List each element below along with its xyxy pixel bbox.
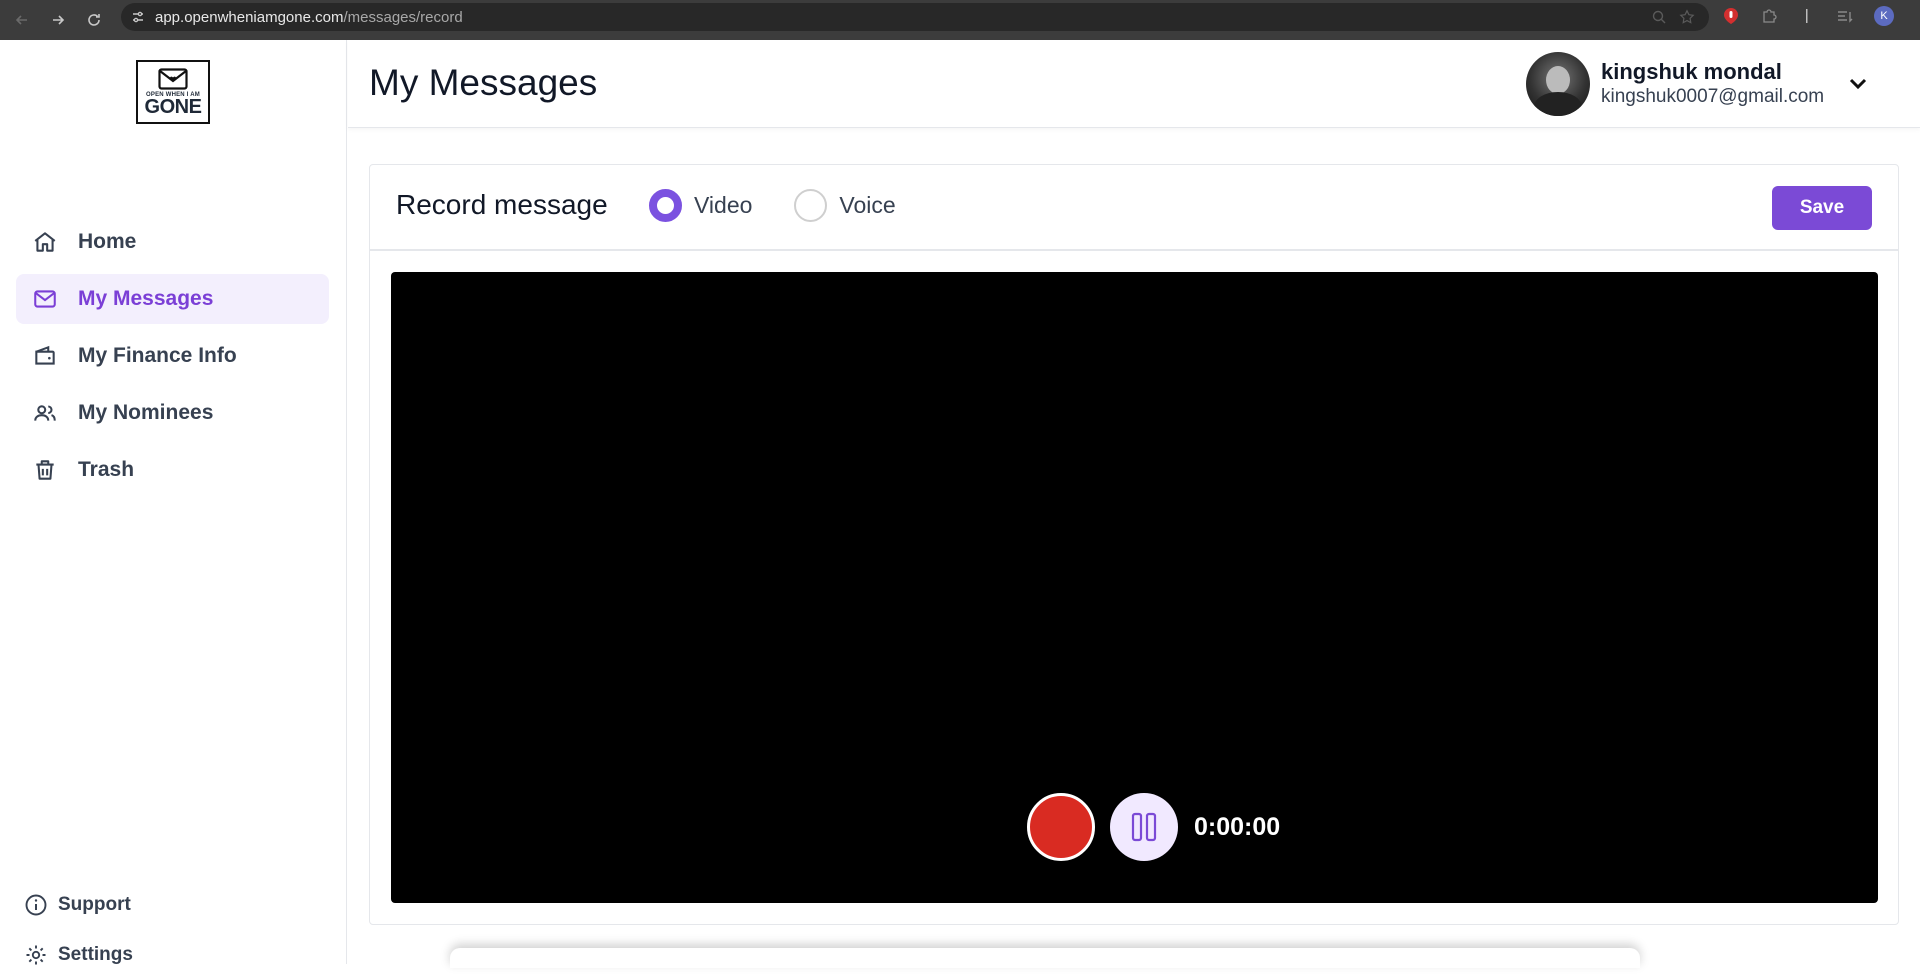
sidebar-item-my-messages[interactable]: My Messages xyxy=(16,274,329,324)
address-bar[interactable]: app.openwheniamgone.com/messages/record xyxy=(121,3,1709,31)
radio-button[interactable] xyxy=(794,189,828,222)
sidebar-bottom-links: Support Settings xyxy=(24,880,133,980)
gear-icon xyxy=(24,943,48,967)
user-email: kingshuk0007@gmail.com xyxy=(1601,86,1825,107)
home-icon xyxy=(32,229,58,255)
sidebar-item-label: My Messages xyxy=(78,287,214,310)
recorder-controls: 0:00:00 xyxy=(1027,793,1280,861)
wallet-icon xyxy=(32,343,58,369)
voice-radio[interactable]: Voice xyxy=(794,189,896,222)
page-title: My Messages xyxy=(369,62,598,103)
reload-icon[interactable] xyxy=(76,4,112,36)
save-button[interactable]: Save xyxy=(1772,186,1872,230)
bookmark-star-icon[interactable] xyxy=(1679,9,1695,29)
url-text: app.openwheniamgone.com/messages/record xyxy=(155,8,463,26)
message-type-radio-group: Video Voice xyxy=(649,189,938,222)
sidebar-item-home[interactable]: Home xyxy=(16,217,329,267)
forward-icon[interactable] xyxy=(40,4,76,36)
zoom-icon[interactable] xyxy=(1651,9,1667,29)
sidebar-nav: Home My Messages My Finance Info My Nomi… xyxy=(16,217,329,502)
sidebar-item-label: Home xyxy=(78,230,137,253)
app-logo[interactable]: OPEN WHEN I AM GONE xyxy=(136,60,210,124)
recording-timer: 0:00:00 xyxy=(1194,812,1281,841)
user-menu[interactable]: kingshuk mondal kingshuk0007@gmail.com xyxy=(1526,52,1824,116)
envelope-heart-icon xyxy=(158,68,188,90)
user-name: kingshuk mondal xyxy=(1601,59,1782,84)
pause-icon xyxy=(1131,812,1157,842)
record-message-card: Record message Video Voice Save 0:00:00 xyxy=(369,164,1899,925)
extension-red-icon[interactable] xyxy=(1722,7,1740,25)
back-icon[interactable] xyxy=(4,4,40,36)
logo-word: GONE xyxy=(144,96,202,118)
browser-menu-icon[interactable] xyxy=(1914,7,1920,25)
extensions-puzzle-icon[interactable] xyxy=(1760,7,1778,25)
video-preview: 0:00:00 xyxy=(391,272,1878,903)
record-message-title: Record message xyxy=(396,189,608,220)
card-header: Record message Video Voice Save xyxy=(370,165,1898,251)
pause-button[interactable] xyxy=(1110,793,1178,861)
radio-label: Voice xyxy=(839,192,896,218)
info-icon xyxy=(24,893,48,917)
site-info-icon[interactable] xyxy=(121,9,155,25)
browser-toolbar: app.openwheniamgone.com/messages/record … xyxy=(0,0,1920,40)
profile-avatar[interactable]: K xyxy=(1874,6,1894,26)
sidebar-item-trash[interactable]: Trash xyxy=(16,445,329,495)
trash-icon xyxy=(32,457,58,483)
sidebar-item-label: Settings xyxy=(58,944,133,965)
sidebar-item-label: Support xyxy=(58,894,131,915)
sidebar: OPEN WHEN I AM GONE Home My Messages My … xyxy=(0,40,347,965)
avatar xyxy=(1526,52,1590,116)
overlay-panel-edge xyxy=(450,948,1640,968)
record-button[interactable] xyxy=(1027,793,1095,861)
mail-icon xyxy=(32,286,58,312)
chevron-down-icon[interactable] xyxy=(1846,72,1870,96)
reading-list-icon[interactable] xyxy=(1836,7,1854,25)
radio-button[interactable] xyxy=(649,189,682,222)
page-header: My Messages kingshuk mondal kingshuk0007… xyxy=(348,40,1920,128)
users-icon xyxy=(32,400,58,426)
sidebar-item-label: My Nominees xyxy=(78,401,214,424)
sidebar-item-settings[interactable]: Settings xyxy=(24,930,133,980)
sidebar-item-support[interactable]: Support xyxy=(24,880,133,930)
sidebar-item-label: My Finance Info xyxy=(78,344,237,367)
radio-label: Video xyxy=(694,192,753,218)
video-radio[interactable]: Video xyxy=(649,189,752,222)
sidebar-item-my-finance-info[interactable]: My Finance Info xyxy=(16,331,329,381)
sidebar-item-label: Trash xyxy=(78,458,135,481)
divider-icon xyxy=(1798,7,1816,25)
sidebar-item-my-nominees[interactable]: My Nominees xyxy=(16,388,329,438)
